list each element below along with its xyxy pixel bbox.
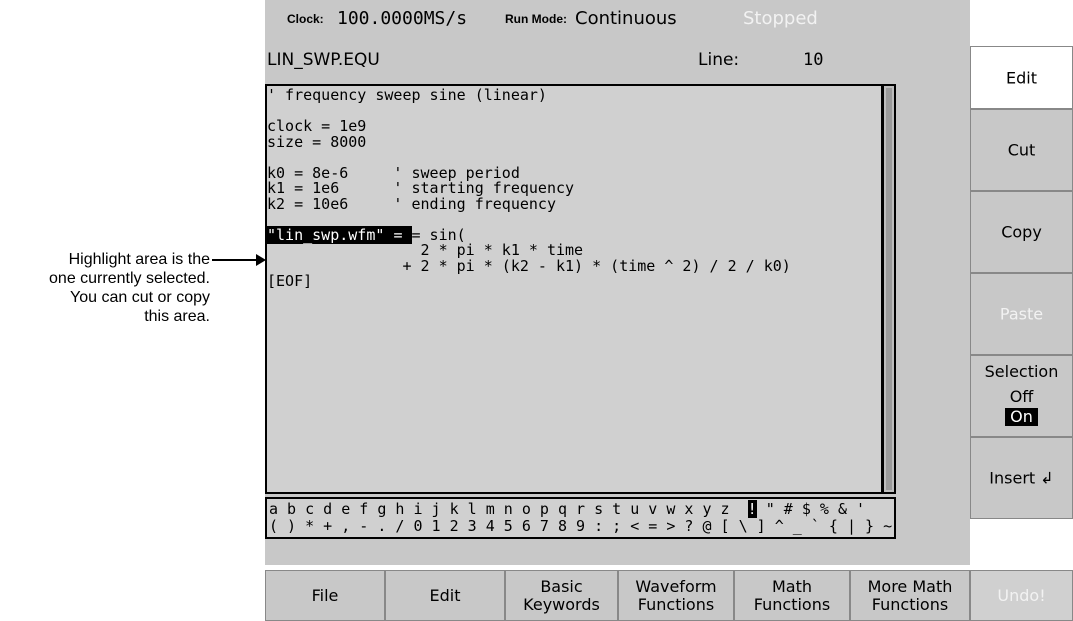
selection-off-option[interactable]: Off bbox=[971, 387, 1072, 407]
callout-annotation: Highlight area is the one currently sele… bbox=[0, 250, 210, 326]
math-functions-label-1: Math bbox=[771, 576, 812, 596]
edit-label: Edit bbox=[429, 585, 461, 605]
code-line[interactable]: ' frequency sweep sine (linear) bbox=[267, 87, 791, 104]
side-menu-title-label: Edit bbox=[1006, 68, 1037, 87]
edit-button[interactable]: Edit bbox=[385, 570, 505, 621]
side-menu-title: Edit bbox=[970, 46, 1073, 109]
charset-selected-char[interactable]: ! bbox=[747, 500, 757, 518]
selection-toggle[interactable]: Selection Off On bbox=[970, 355, 1073, 437]
code-text-area[interactable]: ' frequency sweep sine (linear) clock = … bbox=[265, 84, 883, 494]
charset-row1-start[interactable]: a b c d e f g h i j k l m n o p q r s t … bbox=[269, 500, 748, 518]
cut-label: Cut bbox=[1007, 140, 1036, 160]
bottom-menu: File Edit Basic Keywords Waveform Function… bbox=[265, 570, 1073, 621]
code-line[interactable]: k2 = 10e6 ' ending frequency bbox=[267, 196, 791, 213]
status-bar: Clock: 100.0000MS/s Run Mode: Continuous… bbox=[265, 0, 970, 36]
file-button[interactable]: File bbox=[265, 570, 385, 621]
callout-arrow-icon bbox=[212, 254, 266, 266]
copy-button[interactable]: Copy bbox=[970, 191, 1073, 273]
scrollbar-thumb[interactable] bbox=[886, 88, 892, 490]
waveform-functions-label-2: Functions bbox=[637, 594, 715, 614]
undo-button[interactable]: Undo! bbox=[970, 570, 1073, 621]
annotation-line: one currently selected. bbox=[49, 270, 210, 287]
waveform-functions-label-1: Waveform bbox=[635, 576, 717, 596]
more-math-functions-button[interactable]: More Math Functions bbox=[850, 570, 970, 621]
charset-row2[interactable]: ( ) * + , - . / 0 1 2 3 4 5 6 7 8 9 : ; … bbox=[269, 517, 892, 535]
file-name: LIN_SWP.EQU bbox=[267, 50, 380, 70]
cut-button[interactable]: Cut bbox=[970, 109, 1073, 191]
code-line[interactable]: + 2 * pi * (k2 - k1) * (time ^ 2) / 2 / … bbox=[267, 258, 790, 275]
clock-label: Clock: bbox=[287, 12, 324, 26]
basic-keywords-button[interactable]: Basic Keywords bbox=[505, 570, 618, 621]
annotation-line: this area. bbox=[144, 308, 210, 325]
code-line[interactable]: [EOF] bbox=[267, 273, 791, 290]
insert-button[interactable]: Insert ↲ bbox=[970, 437, 1073, 519]
line-number: 10 bbox=[803, 50, 824, 70]
code-line[interactable]: size = 8000 bbox=[267, 134, 791, 151]
equation-editor: LIN_SWP.EQU Line: 10 ' frequency sweep s… bbox=[265, 36, 970, 565]
character-palette[interactable]: a b c d e f g h i j k l m n o p q r s t … bbox=[265, 497, 896, 539]
side-menu: Edit Cut Copy Paste Selection Off On Ins… bbox=[970, 36, 1073, 565]
insert-label: Insert ↲ bbox=[989, 468, 1054, 488]
charset-row1-end[interactable]: " # $ % & ' bbox=[757, 500, 865, 518]
vertical-scrollbar[interactable] bbox=[882, 84, 896, 494]
copy-label: Copy bbox=[1001, 222, 1042, 242]
undo-label: Undo! bbox=[997, 585, 1046, 605]
run-mode-label: Run Mode: bbox=[505, 12, 567, 26]
annotation-line: Highlight area is the bbox=[68, 251, 210, 268]
math-functions-button[interactable]: Math Functions bbox=[734, 570, 850, 621]
more-math-functions-label-2: Functions bbox=[871, 594, 949, 614]
paste-label: Paste bbox=[999, 304, 1044, 324]
selection-on-option[interactable]: On bbox=[1005, 408, 1038, 426]
selection-label: Selection bbox=[984, 362, 1059, 381]
file-label: File bbox=[311, 585, 339, 605]
annotation-line: You can cut or copy bbox=[70, 289, 210, 306]
more-math-functions-label-1: More Math bbox=[867, 576, 953, 596]
code-content[interactable]: ' frequency sweep sine (linear) clock = … bbox=[267, 87, 791, 290]
basic-keywords-label-2: Keywords bbox=[523, 594, 600, 614]
math-functions-label-2: Functions bbox=[753, 594, 831, 614]
run-mode-value: Continuous bbox=[575, 8, 677, 29]
line-label: Line: bbox=[698, 50, 740, 70]
run-state: Stopped bbox=[743, 8, 818, 29]
clock-value: 100.0000MS/s bbox=[337, 8, 468, 29]
basic-keywords-label-1: Basic bbox=[540, 576, 583, 596]
waveform-functions-button[interactable]: Waveform Functions bbox=[618, 570, 734, 621]
paste-button[interactable]: Paste bbox=[970, 273, 1073, 355]
